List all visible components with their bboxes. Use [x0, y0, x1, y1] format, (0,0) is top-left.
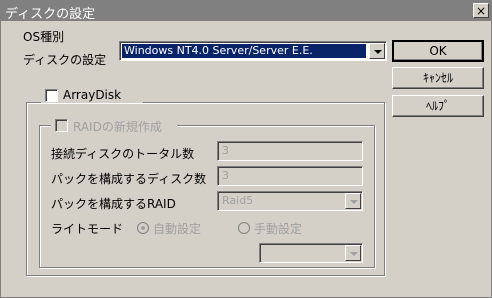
cancel-button[interactable]: ｷｬﾝｾﾙ — [392, 67, 484, 89]
pack-disks-field[interactable]: 3 — [217, 166, 363, 186]
ok-button[interactable]: OK — [392, 40, 484, 62]
close-icon[interactable]: × — [473, 3, 489, 18]
disk-settings-label: ディスクの設定 — [23, 53, 107, 67]
raid-new-checkbox[interactable] — [55, 119, 68, 132]
os-type-select[interactable]: Windows NT4.0 Server/Server E.E. — [119, 41, 387, 61]
chevron-down-icon[interactable] — [369, 43, 385, 59]
pack-disks-label: パックを構成するディスク数 — [51, 172, 207, 186]
pack-disks-value: 3 — [222, 169, 229, 182]
pack-raid-select[interactable]: Raid5 — [217, 191, 363, 211]
write-mode-label: ライトモード — [51, 222, 124, 236]
chevron-down-icon[interactable] — [345, 193, 361, 209]
pack-raid-label: パックを構成するRAID — [51, 197, 176, 211]
pack-raid-value: Raid5 — [222, 194, 254, 207]
arraydisk-label: ArrayDisk — [63, 88, 122, 102]
window-title: ディスクの設定 — [5, 7, 96, 22]
os-type-value: Windows NT4.0 Server/Server E.E. — [124, 44, 313, 57]
raid-new-label: RAIDの新規作成 — [73, 120, 162, 134]
write-mode-auto-label: 自動設定 — [153, 222, 202, 236]
raid-new-legend: RAIDの新規作成 — [51, 117, 177, 134]
total-disks-field[interactable]: 3 — [217, 141, 363, 161]
total-disks-value: 3 — [222, 144, 229, 157]
arraydisk-legend: ArrayDisk — [41, 87, 143, 103]
write-mode-auto-radio[interactable] — [137, 222, 149, 234]
arraydisk-checkbox[interactable] — [45, 89, 58, 102]
write-mode-manual-label: 手動設定 — [254, 222, 303, 236]
total-disks-label: 接続ディスクのトータル数 — [51, 147, 195, 161]
dialog-window: ディスクの設定 × OS種別 Windows NT4.0 Server/Serv… — [0, 0, 492, 298]
chevron-down-icon[interactable] — [345, 245, 361, 261]
manual-mode-select[interactable] — [259, 243, 363, 263]
title-bar: ディスクの設定 × — [1, 1, 491, 22]
write-mode-manual-radio[interactable] — [238, 222, 250, 234]
help-button[interactable]: ﾍﾙﾌﾟ — [392, 95, 484, 117]
os-type-label: OS種別 — [23, 30, 65, 44]
